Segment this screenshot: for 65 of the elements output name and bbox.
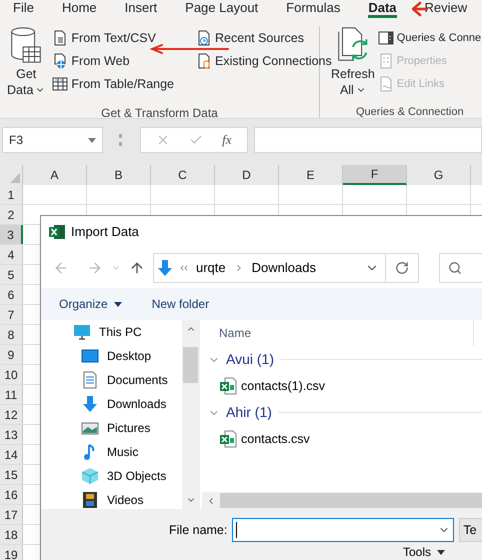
- ribbon-large-button[interactable]: Refresh All: [330, 26, 376, 98]
- row-header[interactable]: 5: [0, 265, 23, 284]
- field-label: File name:: [169, 522, 228, 539]
- ribbon-button[interactable]: Recent Sources: [196, 29, 332, 47]
- row-header[interactable]: 10: [0, 365, 23, 384]
- name-box[interactable]: F3: [2, 127, 103, 153]
- row-header[interactable]: 2: [0, 205, 23, 224]
- ribbon-button[interactable]: Existing Connections: [196, 52, 332, 70]
- tools-button[interactable]: Tools: [403, 545, 446, 559]
- dialog-title: Import Data: [71, 223, 139, 242]
- navigation-item[interactable]: Downloads: [41, 392, 182, 416]
- ribbon-group-label: Queries & Connection: [355, 105, 465, 120]
- ribbon-button[interactable]: From Text/CSV: [52, 29, 174, 47]
- column-header[interactable]: G: [407, 165, 471, 185]
- row-header[interactable]: 3: [0, 225, 23, 244]
- file-type-button[interactable]: Te: [459, 518, 482, 542]
- row-header[interactable]: 15: [0, 465, 23, 484]
- ribbon-large-button[interactable]: Get Data: [6, 26, 46, 98]
- ribbon-tab[interactable]: Insert: [124, 0, 158, 18]
- row-header[interactable]: 19: [0, 545, 23, 560]
- column-header[interactable]: Name: [202, 320, 474, 346]
- navigation-item[interactable]: Pictures: [41, 416, 182, 440]
- row-header[interactable]: 12: [0, 405, 23, 424]
- navigation-item[interactable]: 3D Objects: [41, 464, 182, 488]
- group-header[interactable]: Avui (1): [226, 349, 274, 370]
- column-header[interactable]: A: [23, 165, 87, 185]
- ribbon-button[interactable]: Queries & Conne: [378, 29, 482, 47]
- ribbon-button[interactable]: From Table/Range: [52, 75, 174, 93]
- row-header[interactable]: 14: [0, 445, 23, 464]
- row-header[interactable]: 6: [0, 285, 23, 304]
- row-header[interactable]: 18: [0, 525, 23, 544]
- column-header[interactable]: C: [151, 165, 215, 185]
- navigation-item[interactable]: Desktop: [41, 344, 182, 368]
- row-header[interactable]: 8: [0, 325, 23, 344]
- row-header[interactable]: 13: [0, 425, 23, 444]
- file-row[interactable]: contacts(1).csv: [202, 373, 482, 399]
- ribbon-tab[interactable]: Formulas: [286, 0, 340, 18]
- command-button[interactable]: Organize: [59, 295, 122, 313]
- navigation-item[interactable]: This PC: [41, 320, 182, 344]
- ribbon-tab[interactable]: Review: [424, 0, 468, 18]
- ribbon-tab[interactable]: Page Layout: [185, 0, 258, 18]
- address-bar[interactable]: urqte Downloads: [153, 253, 419, 283]
- row-header[interactable]: 9: [0, 345, 23, 364]
- navigation-item[interactable]: Videos: [41, 488, 182, 509]
- ribbon-tab[interactable]: File: [13, 0, 34, 18]
- row-header[interactable]: 7: [0, 305, 23, 324]
- command-button[interactable]: New folder: [152, 295, 210, 313]
- row-header[interactable]: 17: [0, 505, 23, 524]
- insert-function-button[interactable]: fx: [222, 130, 232, 150]
- breadcrumb-item[interactable]: Downloads: [252, 258, 316, 278]
- row-header[interactable]: 4: [0, 245, 23, 264]
- file-row[interactable]: contacts.csv: [202, 426, 482, 452]
- ribbon-tab[interactable]: Home: [62, 0, 97, 18]
- group-header[interactable]: Ahir (1): [226, 402, 272, 423]
- row-header[interactable]: 1: [0, 185, 23, 204]
- ribbon-button[interactable]: From Web: [52, 52, 174, 70]
- breadcrumb-item[interactable]: urqte: [196, 258, 226, 278]
- ribbon-group-label: Get & Transform Data: [100, 105, 219, 122]
- navigation-item[interactable]: Music: [41, 440, 182, 464]
- row-header[interactable]: 11: [0, 385, 23, 404]
- column-header[interactable]: D: [215, 165, 279, 185]
- row-header[interactable]: 16: [0, 485, 23, 504]
- navigation-item[interactable]: Documents: [41, 368, 182, 392]
- column-header[interactable]: F: [343, 165, 407, 185]
- column-header[interactable]: B: [87, 165, 151, 185]
